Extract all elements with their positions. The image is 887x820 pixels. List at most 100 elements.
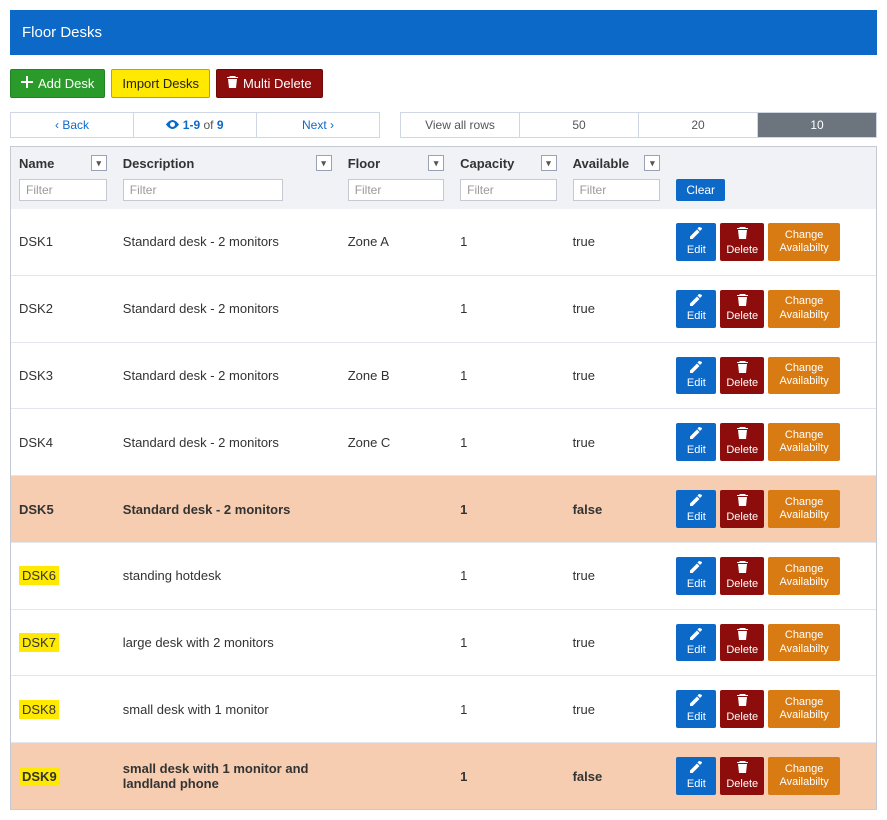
- trash-icon: [737, 494, 748, 510]
- desks-table-wrap: Name ▾ Description ▾ Floor ▾ Capacity: [10, 146, 877, 810]
- row-name: DSK5: [19, 502, 54, 517]
- edit-button[interactable]: Edit: [676, 357, 716, 395]
- change-availability-button[interactable]: ChangeAvailabilty: [768, 423, 840, 461]
- row-capacity: 1: [460, 234, 467, 249]
- table-row: DSK5Standard desk - 2 monitors1falseEdit…: [11, 476, 876, 543]
- row-name: DSK3: [19, 368, 53, 383]
- edit-button[interactable]: Edit: [676, 624, 716, 662]
- col-floor-header[interactable]: Floor: [348, 156, 381, 171]
- view-all-rows[interactable]: View all rows: [401, 113, 520, 137]
- clear-filters-button[interactable]: Clear: [676, 179, 725, 201]
- change-availability-label: ChangeAvailabilty: [779, 229, 828, 255]
- page-size-20[interactable]: 20: [639, 113, 758, 137]
- change-availability-button[interactable]: ChangeAvailabilty: [768, 557, 840, 595]
- plus-icon: [21, 76, 33, 91]
- import-desks-label: Import Desks: [122, 76, 199, 91]
- change-availability-button[interactable]: ChangeAvailabilty: [768, 690, 840, 728]
- pager-row: ‹ Back 1-9 of 9 Next › View all rows 50 …: [10, 112, 877, 138]
- delete-button[interactable]: Delete: [720, 290, 764, 328]
- row-available: true: [573, 435, 595, 450]
- filter-name-input[interactable]: [19, 179, 107, 201]
- row-floor: Zone C: [348, 435, 391, 450]
- delete-button[interactable]: Delete: [720, 223, 764, 261]
- multi-delete-button[interactable]: Multi Delete: [216, 69, 323, 98]
- edit-button[interactable]: Edit: [676, 423, 716, 461]
- edit-button[interactable]: Edit: [676, 290, 716, 328]
- row-name: DSK4: [19, 435, 53, 450]
- edit-button[interactable]: Edit: [676, 490, 716, 528]
- row-description: small desk with 1 monitor and landland p…: [123, 761, 309, 791]
- delete-button[interactable]: Delete: [720, 357, 764, 395]
- edit-button[interactable]: Edit: [676, 223, 716, 261]
- edit-icon: [690, 761, 702, 777]
- row-actions: Edit Delete ChangeAvailabilty: [676, 357, 868, 395]
- page-size-50-label: 50: [572, 118, 585, 132]
- row-actions: Edit Delete ChangeAvailabilty: [676, 624, 868, 662]
- edit-label: Edit: [687, 778, 706, 791]
- delete-label: Delete: [726, 578, 758, 591]
- row-available: true: [573, 568, 595, 583]
- col-capacity-menu[interactable]: ▾: [541, 155, 557, 171]
- trash-icon: [737, 361, 748, 377]
- toolbar: Add Desk Import Desks Multi Delete: [10, 69, 877, 98]
- col-description-header[interactable]: Description: [123, 156, 195, 171]
- change-availability-button[interactable]: ChangeAvailabilty: [768, 290, 840, 328]
- change-availability-button[interactable]: ChangeAvailabilty: [768, 223, 840, 261]
- filter-available-input[interactable]: [573, 179, 661, 201]
- col-name-menu[interactable]: ▾: [91, 155, 107, 171]
- table-row: DSK7large desk with 2 monitors1trueEditD…: [11, 609, 876, 676]
- row-name: DSK8: [19, 700, 59, 719]
- row-description: small desk with 1 monitor: [123, 702, 269, 717]
- delete-label: Delete: [726, 644, 758, 657]
- col-name-header[interactable]: Name: [19, 156, 54, 171]
- delete-label: Delete: [726, 444, 758, 457]
- import-desks-button[interactable]: Import Desks: [111, 69, 210, 98]
- edit-button[interactable]: Edit: [676, 690, 716, 728]
- filter-floor-input[interactable]: [348, 179, 444, 201]
- change-availability-button[interactable]: ChangeAvailabilty: [768, 490, 840, 528]
- edit-icon: [690, 494, 702, 510]
- page-size-10[interactable]: 10: [758, 113, 876, 137]
- change-availability-button[interactable]: ChangeAvailabilty: [768, 757, 840, 795]
- desks-table: Name ▾ Description ▾ Floor ▾ Capacity: [11, 147, 876, 809]
- page-size-50[interactable]: 50: [520, 113, 639, 137]
- delete-button[interactable]: Delete: [720, 757, 764, 795]
- change-availability-button[interactable]: ChangeAvailabilty: [768, 624, 840, 662]
- change-availability-button[interactable]: ChangeAvailabilty: [768, 357, 840, 395]
- table-row: DSK4Standard desk - 2 monitorsZone C1tru…: [11, 409, 876, 476]
- col-capacity-header[interactable]: Capacity: [460, 156, 514, 171]
- edit-label: Edit: [687, 711, 706, 724]
- delete-button[interactable]: Delete: [720, 690, 764, 728]
- col-description-menu[interactable]: ▾: [316, 155, 332, 171]
- edit-button[interactable]: Edit: [676, 557, 716, 595]
- delete-button[interactable]: Delete: [720, 624, 764, 662]
- add-desk-button[interactable]: Add Desk: [10, 69, 105, 98]
- row-description: Standard desk - 2 monitors: [123, 502, 291, 517]
- filter-description-input[interactable]: [123, 179, 283, 201]
- edit-label: Edit: [687, 377, 706, 390]
- pager-next[interactable]: Next ›: [257, 113, 379, 137]
- delete-button[interactable]: Delete: [720, 490, 764, 528]
- chevron-down-icon: ▾: [546, 158, 551, 169]
- chevron-down-icon: ▾: [650, 158, 655, 169]
- pager-back[interactable]: ‹ Back: [11, 113, 134, 137]
- filter-capacity-input[interactable]: [460, 179, 556, 201]
- col-floor-menu[interactable]: ▾: [428, 155, 444, 171]
- table-row: DSK3Standard desk - 2 monitorsZone B1tru…: [11, 342, 876, 409]
- col-available-menu[interactable]: ▾: [644, 155, 660, 171]
- row-floor: Zone B: [348, 368, 390, 383]
- delete-label: Delete: [726, 377, 758, 390]
- delete-button[interactable]: Delete: [720, 423, 764, 461]
- col-available-header[interactable]: Available: [573, 156, 630, 171]
- edit-icon: [690, 628, 702, 644]
- pager-back-label: Back: [62, 118, 89, 132]
- add-desk-label: Add Desk: [38, 76, 94, 91]
- change-availability-label: ChangeAvailabilty: [779, 496, 828, 522]
- edit-button[interactable]: Edit: [676, 757, 716, 795]
- table-row: DSK9small desk with 1 monitor and landla…: [11, 743, 876, 809]
- delete-button[interactable]: Delete: [720, 557, 764, 595]
- delete-label: Delete: [726, 511, 758, 524]
- row-capacity: 1: [460, 702, 467, 717]
- chevron-down-icon: ▾: [434, 158, 439, 169]
- row-description: standing hotdesk: [123, 568, 221, 583]
